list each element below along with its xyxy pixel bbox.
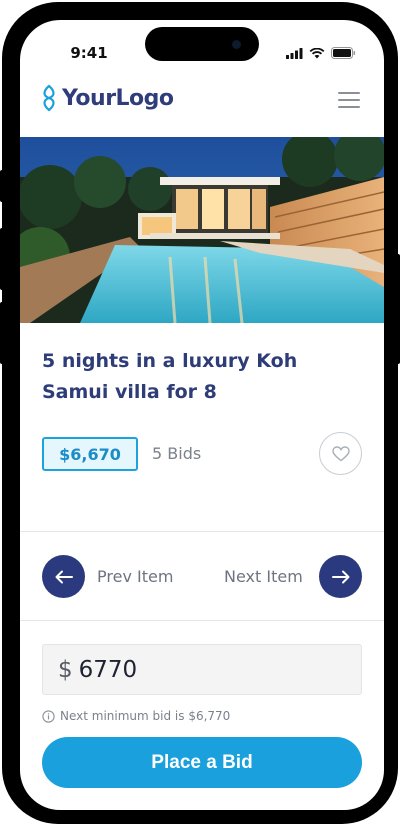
info-icon xyxy=(42,709,55,723)
menu-line xyxy=(338,99,360,101)
listing-title: 5 nights in a luxury Koh Samui villa for… xyxy=(42,350,298,403)
battery-icon xyxy=(331,47,356,59)
status-icons xyxy=(286,47,356,59)
side-button xyxy=(0,228,4,290)
current-bid-badge: $6,670 xyxy=(42,437,138,471)
place-bid-button[interactable]: Place a Bid xyxy=(42,737,362,788)
bids-count: 5 Bids xyxy=(152,444,202,463)
divider xyxy=(20,531,384,532)
logo-text: YourLogo xyxy=(62,85,174,111)
logo[interactable]: YourLogo xyxy=(40,84,174,112)
screen: 9:41 YourLogo 5 nights in a luxury Koh S… xyxy=(20,20,384,810)
side-button xyxy=(396,254,400,364)
hamburger-menu-icon[interactable] xyxy=(338,92,360,110)
minimum-bid-hint: Next minimum bid is $6,770 xyxy=(42,709,230,723)
wifi-icon xyxy=(309,47,325,58)
bid-amount-input[interactable] xyxy=(78,656,299,683)
menu-line xyxy=(338,106,360,108)
bid-amount-field[interactable]: $ xyxy=(42,644,362,695)
favorite-button[interactable] xyxy=(319,432,362,475)
side-button xyxy=(0,302,4,364)
logo-mark-icon xyxy=(43,84,55,112)
signal-icon xyxy=(286,47,303,59)
heart-icon xyxy=(331,445,350,461)
arrow-left-icon xyxy=(55,570,73,583)
menu-line xyxy=(338,92,360,94)
side-button xyxy=(0,170,4,202)
divider xyxy=(20,620,384,621)
currency-symbol: $ xyxy=(58,656,73,683)
listing-photo xyxy=(20,137,384,323)
next-item-button[interactable] xyxy=(319,555,362,598)
minimum-bid-text: Next minimum bid is $6,770 xyxy=(60,709,231,723)
dynamic-island xyxy=(145,27,259,61)
camera-icon xyxy=(232,40,241,49)
phone-frame: 9:41 YourLogo 5 nights in a luxury Koh S… xyxy=(0,2,400,824)
status-time: 9:41 xyxy=(70,44,108,62)
arrow-right-icon xyxy=(331,570,349,583)
next-item-label[interactable]: Next Item xyxy=(224,567,303,586)
prev-item-label[interactable]: Prev Item xyxy=(97,567,173,586)
prev-item-button[interactable] xyxy=(42,555,85,598)
